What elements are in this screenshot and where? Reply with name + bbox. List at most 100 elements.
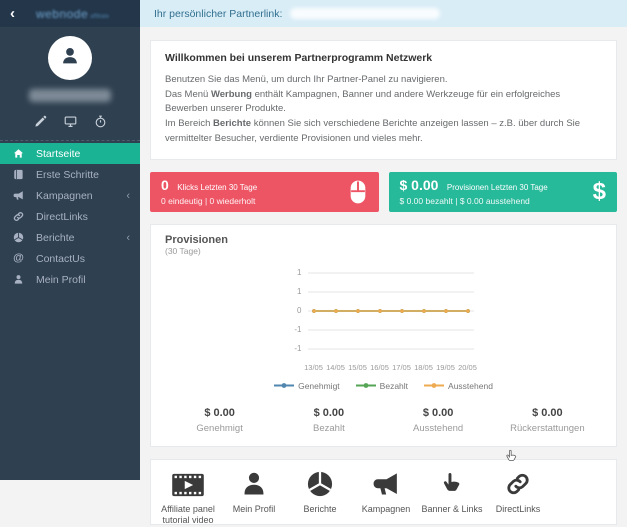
profile-tools	[0, 115, 140, 128]
y-tick-label: 1	[297, 268, 302, 278]
user-avatar-icon	[59, 45, 81, 72]
shortcut-label: Mein Profil	[232, 503, 276, 514]
shortcut-berichte[interactable]: Berichte	[287, 468, 353, 516]
monitor-icon[interactable]	[64, 115, 77, 128]
pencil-icon[interactable]	[34, 115, 47, 128]
commissions-summary-row: $ 0.00 Genehmigt $ 0.00 Bezahlt $ 0.00 Ausste…	[165, 407, 602, 436]
summary-bezahlt: $ 0.00 Bezahlt	[274, 407, 383, 434]
stopwatch-icon[interactable]	[94, 115, 107, 128]
clicks-stat-card: 0 Klicks Letzten 30 Tage 0 eindeutig | 0…	[150, 171, 379, 212]
sidebar-item-label: Berichte	[36, 231, 75, 244]
summary-value: $ 0.00	[532, 406, 563, 419]
shortcut-label: Affiliate panel tutorial video	[161, 503, 215, 526]
x-tick-label: 13/05	[304, 362, 323, 372]
summary-label: Ausstehend	[413, 422, 464, 434]
clicks-subtitle: 0 eindeutig | 0 wiederholt	[161, 196, 256, 207]
x-axis-labels: 13/05 14/05 15/05 16/05 17/05 18/05 19/05 20/05	[304, 362, 477, 373]
sidebar-item-directlinks[interactable]: DirectLinks	[0, 206, 140, 227]
y-tick-label: 0	[297, 306, 302, 316]
megaphone-icon	[353, 468, 419, 498]
commissions-line-chart: 1 1 0 -1 -1 13/05 14/05 15/05 16/05 17/05 18/05 19…	[274, 268, 493, 391]
shortcut-label: DirectLinks	[495, 503, 541, 514]
blurred-username	[29, 89, 111, 102]
x-tick-label: 20/05	[458, 362, 477, 372]
summary-value: $ 0.00	[422, 406, 454, 419]
sidebar-item-mein-profil[interactable]: Mein Profil	[0, 269, 140, 290]
partner-link-label: Ihr persönlicher Partnerlink:	[154, 7, 283, 20]
clicks-value: 0	[161, 177, 169, 194]
y-tick-label: 1	[297, 287, 302, 297]
legend-marker	[274, 383, 295, 388]
sidebar: Startseite Erste Schritte Kampagnen ‹ Direct…	[0, 27, 140, 480]
topbar: Ihr persönlicher Partnerlink:	[140, 0, 627, 27]
shortcut-banner-links[interactable]: Banner & Links	[419, 468, 485, 516]
shortcuts-card: Affiliate panel tutorial video Mein Profi…	[150, 458, 617, 527]
book-icon	[12, 169, 25, 180]
shortcut-kampagnen[interactable]: Kampagnen	[353, 468, 419, 516]
sidebar-divider	[0, 140, 140, 141]
sidebar-item-kampagnen[interactable]: Kampagnen ‹	[0, 185, 140, 206]
legend-entry-bezahlt: Bezahlt	[355, 380, 409, 391]
chart-legend: Genehmigt Bezahlt Ausstehend	[274, 380, 493, 391]
chevron-left-icon: ‹	[126, 231, 130, 244]
sidebar-header: ‹ webnode affiliate	[0, 0, 140, 27]
sidebar-item-label: Erste Schritte	[36, 168, 100, 181]
commissions-value: $ 0.00	[399, 177, 439, 194]
megaphone-icon	[12, 190, 25, 201]
commissions-title: Provisionen Letzten 30 Tage	[446, 183, 548, 193]
x-tick-label: 17/05	[392, 362, 411, 372]
summary-ausstehend: $ 0.00 Ausstehend	[384, 407, 493, 434]
welcome-title: Willkommen bei unserem Partnerprogramm N…	[165, 52, 433, 64]
summary-value: $ 0.00	[313, 406, 345, 419]
dollar-icon: $	[592, 177, 606, 205]
x-tick-label: 15/05	[348, 362, 367, 372]
commissions-chart-card: Provisionen (30 Tage) 1 1 0 -1 -1 13/05 14/05…	[150, 223, 617, 447]
chevron-left-icon: ‹	[126, 189, 130, 202]
sidebar-item-contactus[interactable]: @ ContactUs	[0, 248, 140, 269]
chart-plot-area	[307, 272, 474, 350]
pie-chart-icon	[12, 232, 25, 243]
legend-label: Ausstehend	[448, 380, 493, 391]
shortcut-directlinks[interactable]: DirectLinks	[485, 468, 551, 516]
stat-cards-row: 0 Klicks Letzten 30 Tage 0 eindeutig | 0…	[150, 171, 617, 212]
shortcut-label: Banner & Links	[421, 503, 483, 514]
summary-label: Bezahlt	[313, 422, 345, 434]
sidebar-item-erste-schritte[interactable]: Erste Schritte	[0, 164, 140, 185]
at-icon: @	[13, 252, 24, 264]
affiliate-panel-app: ‹ webnode affiliate Ihr persönlicher Part…	[0, 0, 627, 525]
legend-label: Genehmigt	[298, 380, 340, 391]
shortcut-mein-profil[interactable]: Mein Profil	[221, 468, 287, 516]
webnode-logo: webnode affiliate	[35, 6, 110, 21]
welcome-card: Willkommen bei unserem Partnerprogramm N…	[150, 40, 617, 160]
welcome-text: Benutzen Sie das Menü, um durch Ihr Part…	[165, 74, 581, 144]
legend-entry-ausstehend: Ausstehend	[424, 381, 493, 391]
x-tick-label: 14/05	[326, 362, 345, 372]
x-tick-label: 16/05	[370, 362, 389, 372]
avatar[interactable]	[48, 36, 92, 80]
shortcut-label: Berichte	[303, 503, 337, 514]
legend-marker	[355, 383, 376, 388]
home-icon	[12, 148, 25, 159]
summary-label: Genehmigt	[196, 422, 243, 434]
user-icon	[221, 468, 287, 498]
links-chain-icon	[485, 468, 551, 498]
summary-value: $ 0.00	[204, 406, 235, 419]
shortcut-affiliate-panel-tutorial-video[interactable]: Affiliate panel tutorial video	[155, 468, 221, 527]
y-tick-label: -1	[294, 325, 302, 335]
link-icon	[12, 211, 25, 222]
legend-label: Bezahlt	[379, 380, 409, 391]
blurred-partner-link[interactable]	[290, 8, 441, 19]
commissions-subtitle: $ 0.00 bezahlt | $ 0.00 ausstehend	[399, 196, 530, 207]
hand-pointer-icon	[419, 468, 485, 498]
chart-title: Provisionen	[165, 233, 228, 246]
summary-genehmigt: $ 0.00 Genehmigt	[165, 407, 274, 434]
sidebar-item-startseite[interactable]: Startseite	[0, 143, 140, 164]
sidebar-item-label: Mein Profil	[36, 273, 86, 286]
y-tick-label: -1	[294, 344, 302, 354]
x-tick-label: 18/05	[414, 362, 433, 372]
summary-r-ckerstattungen: $ 0.00 Rückerstattungen	[493, 407, 602, 434]
x-tick-label: 19/05	[436, 362, 455, 372]
sidebar-item-berichte[interactable]: Berichte ‹	[0, 227, 140, 248]
sidebar-item-label: DirectLinks	[36, 210, 88, 223]
pie-chart-icon	[287, 468, 353, 498]
